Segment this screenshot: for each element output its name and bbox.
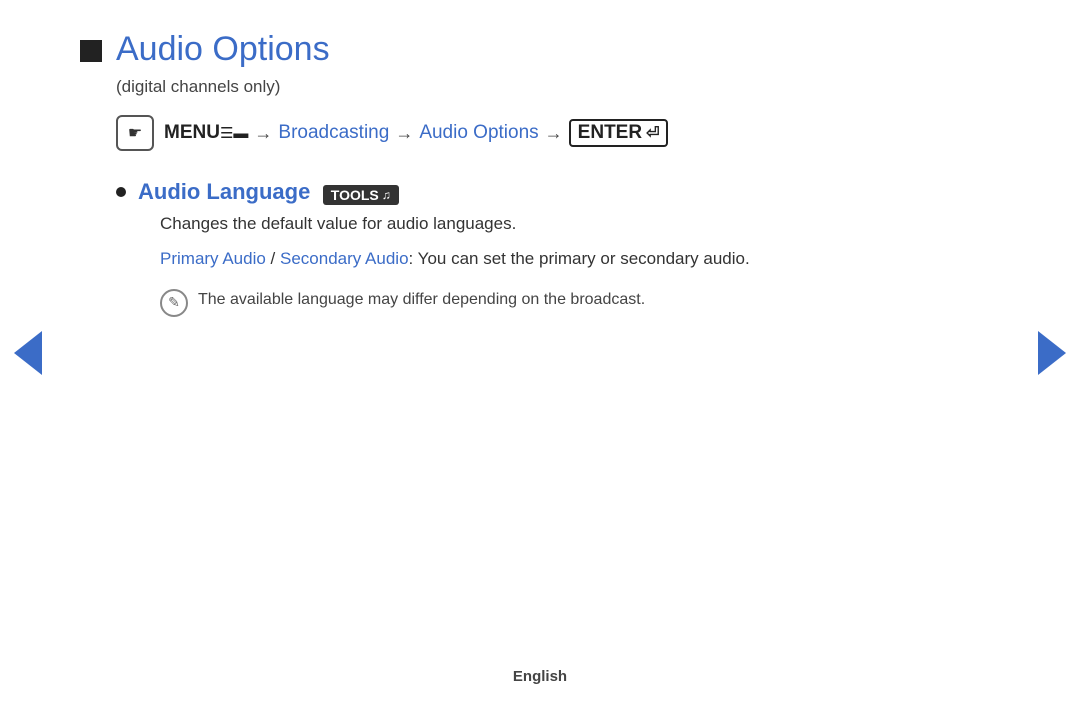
tools-note-icon: ♫ <box>382 188 391 202</box>
enter-button[interactable]: ENTER⏎ <box>569 119 669 147</box>
enter-label: ENTER <box>578 122 642 144</box>
nav-arrow-3: → <box>545 123 563 144</box>
bullet-dot <box>116 187 126 197</box>
nav-right-arrow[interactable] <box>1038 331 1066 375</box>
nav-left-arrow[interactable] <box>14 331 42 375</box>
main-content: Audio Options (digital channels only) ☛ … <box>0 0 980 357</box>
note-text: The available language may differ depend… <box>198 288 645 312</box>
broadcasting-link[interactable]: Broadcasting <box>278 122 389 144</box>
note-row: ✎ The available language may differ depe… <box>160 288 750 317</box>
audio-options-detail: Primary Audio / Secondary Audio: You can… <box>160 245 750 272</box>
audio-options-link[interactable]: Audio Options <box>419 122 538 144</box>
audio-language-section: Audio Language TOOLS ♫ Changes the defau… <box>116 179 900 317</box>
detail-suffix: : You can set the primary or secondary a… <box>409 249 750 268</box>
audio-language-label: Audio Language <box>138 179 310 204</box>
page-title-row: Audio Options <box>80 30 900 69</box>
menu-icon: ☛ <box>116 115 154 151</box>
note-icon: ✎ <box>160 289 188 317</box>
audio-language-description: Changes the default value for audio lang… <box>160 211 750 237</box>
page-title: Audio Options <box>116 30 330 69</box>
nav-arrow-2: → <box>395 123 413 144</box>
slash-separator: / <box>266 249 280 268</box>
title-square-icon <box>80 40 102 62</box>
enter-icon: ⏎ <box>646 123 659 143</box>
menu-navigation: ☛ MENU☰▬ → Broadcasting → Audio Options … <box>116 115 900 151</box>
page-subtitle: (digital channels only) <box>116 77 900 97</box>
audio-language-content: Audio Language TOOLS ♫ Changes the defau… <box>138 179 750 317</box>
tools-badge: TOOLS ♫ <box>323 185 399 205</box>
audio-language-item: Audio Language TOOLS ♫ Changes the defau… <box>116 179 900 317</box>
primary-audio-link[interactable]: Primary Audio <box>160 249 266 268</box>
secondary-audio-link[interactable]: Secondary Audio <box>280 249 409 268</box>
footer-language: English <box>513 668 567 685</box>
tools-badge-text: TOOLS <box>331 187 379 203</box>
nav-arrow-1: → <box>254 123 272 144</box>
menu-label: MENU☰▬ <box>164 122 248 144</box>
